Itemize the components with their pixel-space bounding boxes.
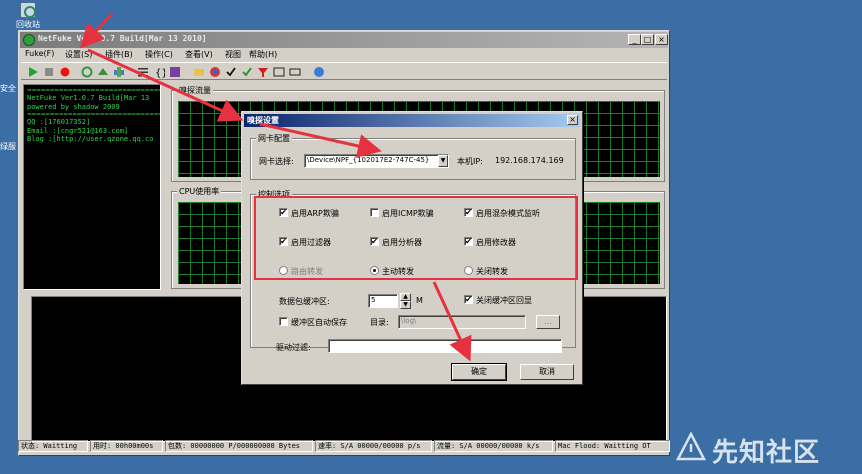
sniff-traffic-label: 嗅探流量 (177, 85, 213, 96)
status-bar: 状态: Waitting 用时: 00h00m00s 包数: 00000000 … (18, 438, 670, 454)
nic-select-label: 网卡选择: (259, 157, 294, 166)
window-titlebar[interactable]: NetFuke Ver1.0.7 Build[Mar 13 2010] _ □ … (20, 32, 668, 48)
tools-icon[interactable] (113, 66, 125, 78)
network-icon[interactable] (97, 66, 109, 78)
buffer-down-button[interactable]: ▼ (400, 301, 411, 309)
console-line: QQ :[176017352] (27, 118, 91, 126)
cpu-usage-label: CPU使用率 (177, 186, 222, 197)
nic-select[interactable]: \Device\NPF_{102017E2-747C-45} (304, 154, 449, 168)
menu-view[interactable]: 查看(V) (185, 49, 213, 60)
buffer-unit: M (416, 296, 423, 305)
nic-config-group: 网卡配置 网卡选择: \Device\NPF_{102017E2-747C-45… (250, 133, 576, 180)
list-icon[interactable] (137, 66, 149, 78)
chrome-icon[interactable] (209, 66, 221, 78)
autosave-label: 缓冲区自动保存 (291, 318, 347, 327)
console-separator: ========================================… (27, 87, 160, 94)
local-ip-label: 本机IP: (457, 157, 483, 166)
close-buffer-checkbox[interactable]: ✔ (464, 295, 473, 304)
dir-label: 目录: (370, 318, 389, 327)
maximize-button[interactable]: □ (641, 34, 654, 45)
window-title: NetFuke Ver1.0.7 Build[Mar 13 2010] (38, 34, 207, 43)
record-icon[interactable] (59, 66, 71, 78)
recycle-bin-graphic (20, 2, 36, 18)
annotation-highlight-box (254, 196, 578, 280)
recycle-bin-icon[interactable]: 回收站 (16, 2, 42, 29)
window-icon[interactable] (273, 66, 285, 78)
dialog-titlebar[interactable]: 嗅探设置 × (244, 114, 580, 127)
close-button[interactable]: × (655, 34, 668, 45)
status-rate: 速率: S/A 00000/00000 p/s (315, 440, 432, 452)
grid-icon[interactable] (169, 66, 181, 78)
dialog-title: 嗅探设置 (247, 116, 279, 125)
svg-text:{}: {} (155, 68, 165, 78)
desktop-label-security[interactable]: 安全 (0, 83, 16, 94)
watermark-text: 先知社区 (712, 438, 821, 468)
buffer-input[interactable]: 5 (368, 294, 398, 308)
bracket-icon[interactable]: {} (153, 66, 165, 78)
status-traffic: 流量: S/A 00000/00000 k/s (434, 440, 553, 452)
ok-button[interactable]: 确定 (451, 363, 507, 381)
buffer-up-button[interactable]: ▲ (400, 293, 411, 301)
nic-config-label: 网卡配置 (256, 133, 292, 144)
console-line: Email :[cngr521@163.com] (27, 126, 129, 135)
folder-icon[interactable] (193, 66, 205, 78)
app-icon (23, 34, 35, 46)
menu-layout[interactable]: 视图 (225, 49, 241, 60)
cancel-button[interactable]: 取消 (520, 364, 574, 380)
local-ip-value: 192.168.174.169 (495, 156, 564, 165)
autosave-checkbox[interactable] (279, 317, 288, 326)
dialog-close-button[interactable]: × (567, 115, 578, 125)
console-line: NetFuke Ver1.0.7 Build[Mar 13 (27, 94, 150, 102)
menu-fuke[interactable]: Fuke(F) (25, 49, 54, 58)
chevron-down-icon[interactable]: ▼ (438, 155, 448, 167)
desktop-label-green[interactable]: 绿服 (0, 141, 16, 152)
close-buffer-label: 关闭缓冲区回显 (476, 296, 532, 305)
dir-input[interactable]: \log\ (398, 315, 526, 329)
menu-help[interactable]: 帮助(H) (249, 49, 277, 60)
nic-select-value: \Device\NPF_{102017E2-747C-45} (307, 156, 430, 164)
watermark: 先知社区 (676, 428, 858, 468)
driver-filter-label: 驱动过滤: (276, 343, 311, 352)
check-icon[interactable] (225, 66, 237, 78)
menu-bar: Fuke(F) 设置(S) 插件(B) 操作(C) 查看(V) 视图 帮助(H) (21, 48, 667, 61)
status-state: 状态: Waitting (18, 440, 88, 452)
buffer-label: 数据包缓冲区: (279, 297, 330, 306)
menu-settings[interactable]: 设置(S) (65, 49, 92, 60)
browse-button[interactable]: ... (536, 315, 560, 329)
keyboard-icon[interactable] (289, 66, 301, 78)
filter-check-icon[interactable] (241, 66, 253, 78)
start-icon[interactable] (27, 66, 39, 78)
filter-icon[interactable] (257, 66, 269, 78)
status-elapsed: 用时: 00h00m00s (90, 440, 163, 452)
console-line: Blog :[http://user.qzone.qq.co (27, 135, 154, 143)
driver-filter-input[interactable] (328, 339, 562, 353)
recycle-bin-label: 回收站 (16, 20, 40, 29)
status-mac-flood: Mac Flood: Waitting OT (555, 440, 670, 452)
stop-icon[interactable] (43, 66, 55, 78)
info-console: ========================================… (23, 84, 161, 290)
menu-operations[interactable]: 操作(C) (145, 49, 173, 60)
console-separator: ========================================… (27, 111, 160, 118)
console-line: powered by shadow 2009 (27, 102, 120, 111)
watermark-logo-icon (676, 432, 706, 461)
globe-icon[interactable] (313, 66, 325, 78)
minimize-button[interactable]: _ (628, 34, 641, 45)
refresh-icon[interactable] (81, 66, 93, 78)
status-packets: 包数: 00000000 P/000000000 Bytes (165, 440, 313, 452)
toolbar: {} (21, 62, 667, 80)
menu-plugins[interactable]: 插件(B) (105, 49, 133, 60)
